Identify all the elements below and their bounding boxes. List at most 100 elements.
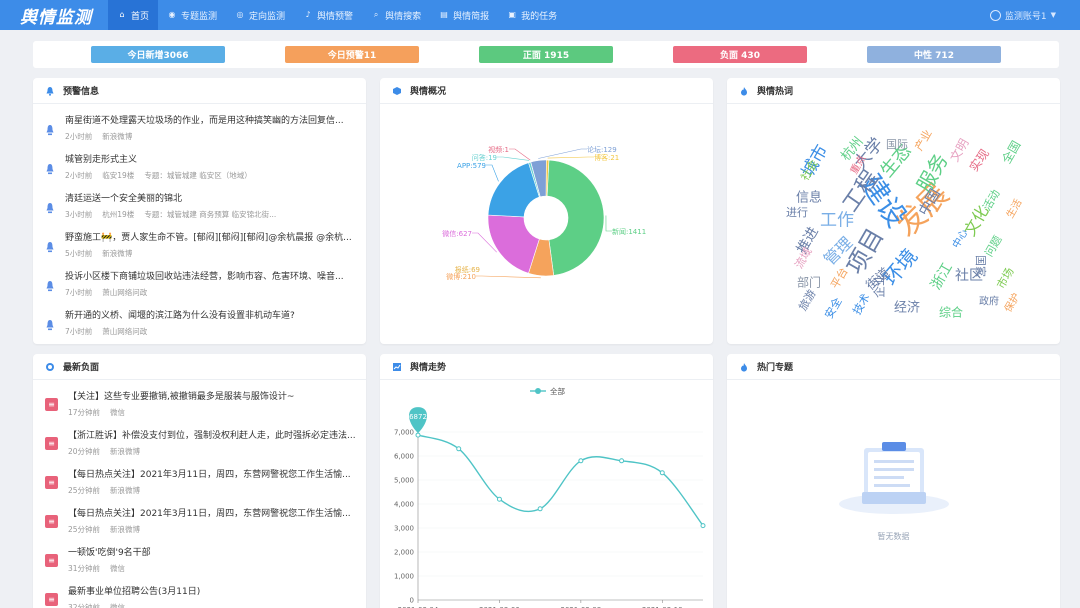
alert-item[interactable]: 城管别走形式主义 2小时前 临安19楼 专题：城管城建 临安区（地域） (45, 149, 356, 188)
hot-topics-card-header: 热门专题 (727, 354, 1060, 380)
hot-word[interactable]: 浙江 (925, 259, 956, 293)
hot-word[interactable]: 生活 (1002, 196, 1025, 221)
negative-title[interactable]: 【每日热点关注】2021年3月11日，周四，东营网警祝您工作生活愉... (68, 468, 356, 482)
trend-card-header: 舆情走势 (380, 354, 713, 380)
negative-title[interactable]: 【浙江胜诉】补偿没支付到位，强制没权利赶人走，此时强拆必定违法... (68, 429, 356, 443)
hot-word[interactable]: 安全 (821, 294, 846, 321)
nav-item-3[interactable]: ♪ 舆情预警 (294, 0, 362, 30)
nav-item-label: 舆情简报 (453, 11, 490, 22)
hot-word[interactable]: 实现 (965, 145, 993, 174)
alert-title[interactable]: 投诉小区楼下商铺垃圾回收站违法经营，影响市容、危害环境、噪音... (65, 270, 356, 284)
nav-item-6[interactable]: ▣ 我的任务 (498, 0, 566, 30)
y-tick-label: 5,000 (394, 477, 414, 485)
data-point[interactable] (700, 523, 706, 529)
negative-news-icon: ≡ (45, 476, 58, 489)
nav-item-1[interactable]: ◉ 专题监测 (158, 0, 226, 30)
negative-item[interactable]: ≡ 【关注】这些专业要撤销,被撤销最多是服装与服饰设计~ 17分钟前 微信 (45, 386, 356, 425)
alert-item[interactable]: 野蛮施工🚧，贾人家生命不管。[郁闷][郁闷][郁闷]@余杭晨报 @余杭... 5小… (45, 227, 356, 266)
alert-item[interactable]: 新开通的义桥、闻堰的滨江路为什么没有设置非机动车道? 7小时前 萧山网络问政 (45, 305, 356, 344)
line-chart: 01,0002,0003,0004,0005,0006,0007,0002021… (394, 386, 706, 608)
hot-word[interactable]: 国家 (973, 255, 989, 277)
negative-source: 新浪微博 (110, 447, 141, 456)
nav-item-label: 定向监测 (249, 11, 286, 22)
data-point[interactable] (578, 458, 584, 464)
negative-item[interactable]: ≡ 一顿饭'吃倒'9名干部 31分钟前 微信 (45, 542, 356, 581)
alerts-card: 预警信息 南星街道不处理露天垃圾场的作业，而是用这种搞笑幽的方法回复信... 2小… (33, 78, 366, 344)
alert-title[interactable]: 南星街道不处理露天垃圾场的作业，而是用这种搞笑幽的方法回复信... (65, 114, 356, 128)
empty-state-text: 暂无数据 (877, 532, 910, 541)
y-tick-label: 4,000 (394, 501, 414, 509)
data-point[interactable] (496, 496, 502, 502)
hot-word[interactable]: 信息 (796, 187, 822, 206)
data-point[interactable] (659, 470, 665, 476)
alert-title[interactable]: 野蛮施工🚧，贾人家生命不管。[郁闷][郁闷][郁闷]@余杭晨报 @余杭... (65, 231, 356, 245)
hot-word[interactable]: 工作 (820, 206, 854, 231)
legend-label[interactable]: 全部 (550, 386, 565, 396)
bell-icon (46, 203, 54, 214)
stat-badge-2[interactable]: 正面 1915 (479, 46, 613, 63)
alert-title[interactable]: 新开通的义桥、闻堰的滨江路为什么没有设置非机动车道? (65, 309, 356, 323)
negative-item[interactable]: ≡ 【浙江胜诉】补偿没支付到位，强制没权利赶人走，此时强拆必定违法... 20分钟前… (45, 425, 356, 464)
hot-word[interactable]: 保护 (1000, 290, 1023, 315)
alert-title[interactable]: 清廷运送一个安全美丽的锦北 (65, 192, 356, 206)
stat-badge-0[interactable]: 今日新增3066 (91, 46, 225, 63)
user-menu[interactable]: 监测账号1 ▼ (989, 0, 1056, 30)
bell-icon (46, 281, 54, 292)
hot-word[interactable]: 旅游 (795, 286, 820, 313)
stat-badge-1[interactable]: 今日预警11 (285, 46, 419, 63)
hot-word[interactable]: 综合 (939, 304, 963, 321)
trend-card: 舆情走势 0 1,000 2,000 3,000 4,000 5,000 6,000 7,00… (380, 354, 713, 608)
hot-word[interactable]: 经济 (894, 297, 920, 316)
pie-slice-label: 新闻:1411 (612, 227, 646, 236)
negative-title[interactable]: 【关注】这些专业要撤销,被撤销最多是服装与服饰设计~ (68, 390, 356, 404)
alert-item[interactable]: 投诉小区楼下商铺垃圾回收站违法经营，影响市容、危害环境、噪音... 7小时前 萧山网… (45, 266, 356, 305)
alert-item[interactable]: 南星街道不处理露天垃圾场的作业，而是用这种搞笑幽的方法回复信... 2小时前 新浪微… (45, 110, 356, 149)
nav-item-5[interactable]: ▤ 舆情简报 (430, 0, 498, 30)
hot-topics-card: 热门专题 暂无数据 (727, 354, 1060, 608)
word-cloud: 发展 建设 项目 工程 服务 环境 城市 工作 生态 管理 大学 推进 文化 社区 中国 浙江 街道 经济 信息 杭州… (727, 104, 1060, 344)
briefcase-icon: ▣ (508, 10, 516, 19)
negative-item[interactable]: ≡ 【每日热点关注】2021年3月11日，周四，东营网警祝您工作生活愉... 25分… (45, 503, 356, 542)
negative-title[interactable]: 【每日热点关注】2021年3月11日，周四，东营网警祝您工作生活愉... (68, 507, 356, 521)
nav-item-label: 首页 (131, 11, 150, 22)
negative-time: 25分钟前 (68, 525, 101, 534)
negative-title[interactable]: 一顿饭'吃倒'9名干部 (68, 546, 356, 560)
hotwords-card-header: 舆情热词 (727, 78, 1060, 104)
bell-icon (46, 125, 54, 136)
pie-slice-label: 微信:627 (442, 229, 472, 238)
alert-source: 杭州19楼 (102, 210, 135, 219)
data-point[interactable] (456, 446, 462, 452)
pie-slice[interactable] (546, 159, 605, 276)
data-point[interactable] (537, 506, 543, 512)
pie-extra-label: 报纸:69 (455, 265, 480, 274)
overview-card-header: 舆情概况 (380, 78, 713, 104)
nav-item-2[interactable]: ◎ 定向监测 (226, 0, 294, 30)
negatives-card-header: 最新负面 (33, 354, 366, 380)
pie-slice-label: 问答:19 (472, 153, 497, 162)
stat-badge-4[interactable]: 中性 712 (867, 46, 1001, 63)
alert-item[interactable]: 清廷运送一个安全美丽的锦北 3小时前 杭州19楼 专题：城管城建 商务预算 临安锦北街… (45, 188, 356, 227)
nav-item-0[interactable]: ⌂ 首页 (108, 0, 159, 30)
hot-word[interactable]: 企业 (871, 274, 888, 298)
negative-item[interactable]: ≡ 【每日热点关注】2021年3月11日，周四，东营网警祝您工作生活愉... 25分… (45, 464, 356, 503)
alert-title[interactable]: 城管别走形式主义 (65, 153, 356, 167)
data-point[interactable] (619, 458, 625, 464)
stat-badge-3[interactable]: 负面 430 (673, 46, 807, 63)
hot-word[interactable]: 政府 (979, 293, 999, 308)
negative-news-icon: ≡ (45, 515, 58, 528)
negative-title[interactable]: 最新事业单位招聘公告(3月11日) (68, 585, 356, 599)
data-point[interactable] (415, 432, 421, 438)
hot-word[interactable]: 全国 (998, 137, 1025, 166)
hot-word[interactable]: 市场 (993, 264, 1018, 291)
hot-word[interactable]: 国际 (886, 136, 908, 152)
hot-word[interactable]: 进行 (786, 204, 808, 220)
home-icon: ⌂ (119, 10, 125, 19)
alert-source: 萧山网络问政 (102, 327, 148, 336)
nav-item-4[interactable]: ⌕ 舆情搜索 (362, 0, 430, 30)
brand-logo[interactable]: 舆情监测 (0, 3, 108, 28)
nav-item-label: 舆情预警 (317, 11, 354, 22)
negative-item[interactable]: ≡ 最新事业单位招聘公告(3月11日) 32分钟前 微信 (45, 581, 356, 608)
legend-dot (535, 388, 541, 394)
negative-source: 新浪微博 (110, 525, 141, 534)
pie-label-line (497, 156, 530, 161)
